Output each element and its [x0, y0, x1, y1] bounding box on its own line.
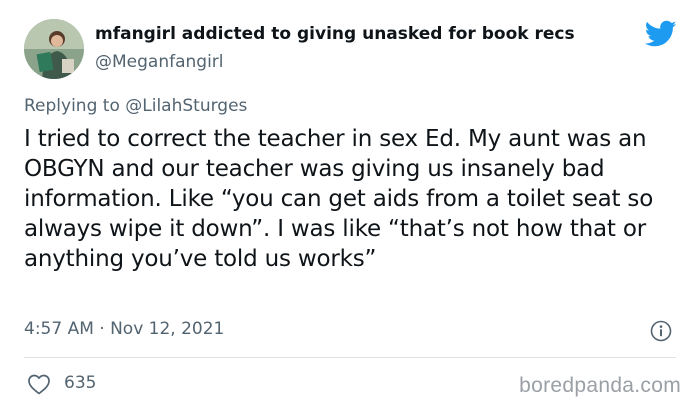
tweet-text: I tried to correct the teacher in sex Ed… — [24, 126, 661, 272]
author-handle[interactable]: @Meganfangirl — [95, 52, 224, 72]
reply-mention-link[interactable]: @LilahSturges — [125, 96, 247, 116]
avatar[interactable] — [24, 19, 84, 79]
tweet-timestamp[interactable]: 4:57 AM · Nov 12, 2021 — [24, 319, 224, 339]
reply-prefix: Replying to — [24, 96, 120, 116]
reply-context: Replying to @LilahSturges — [24, 96, 247, 116]
watermark: boredpanda.com — [519, 374, 681, 397]
like-count: 635 — [64, 373, 97, 393]
divider — [24, 357, 676, 358]
info-icon[interactable] — [650, 320, 672, 342]
author-display-name[interactable]: mfangirl addicted to giving unasked for … — [95, 24, 575, 44]
heart-icon[interactable] — [27, 373, 51, 395]
twitter-bird-icon — [645, 20, 677, 47]
